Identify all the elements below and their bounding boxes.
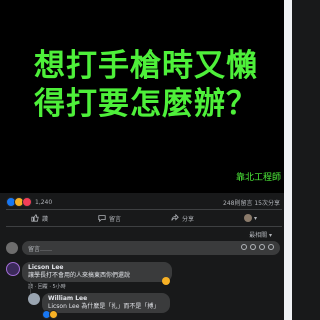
divider xyxy=(6,209,282,210)
commenter-name[interactable]: William Lee xyxy=(48,295,164,303)
comment-composer: 留言…… xyxy=(6,241,282,255)
comment-reaction-badge[interactable] xyxy=(42,310,58,319)
share-icon xyxy=(171,214,179,221)
post-actions: 讚 留言 分享 ▾ xyxy=(6,211,282,225)
comment-reply: William Lee Licson Lee 為什麼是「扎」而不是「搏」 xyxy=(28,293,208,319)
share-label: 分享 xyxy=(181,215,194,223)
avatar xyxy=(243,214,252,222)
comment-actions[interactable]: 讚 · 回覆 · 5小時 xyxy=(28,283,66,290)
comments-shares-count[interactable]: 248則留言 15次分享 xyxy=(223,198,280,207)
comment-text: Licson Lee 為什麼是「扎」而不是「搏」 xyxy=(48,303,160,310)
post-as-selector[interactable]: ▾ xyxy=(243,214,257,222)
comment-bubble: Licson Lee 讓學長打不會用的人來搞東西你們還說 xyxy=(22,262,172,282)
comment-label: 留言 xyxy=(108,215,121,223)
love-icon xyxy=(22,197,32,207)
comment: Licson Lee 讓學長打不會用的人來搞東西你們還說 讚 · 回覆 · 5小… xyxy=(6,262,206,290)
comment-button[interactable]: 留言 xyxy=(98,214,121,223)
like-label: 讚 xyxy=(41,215,48,223)
commenter-name[interactable]: Licson Lee xyxy=(28,264,166,272)
post-image[interactable]: 想打手槍時又懶 得打要怎麼辦？ 靠北工程師 xyxy=(0,0,292,193)
post-watermark: 靠北工程師 xyxy=(235,173,281,183)
sticker-icon[interactable] xyxy=(268,244,274,250)
laugh-icon xyxy=(49,310,58,319)
reaction-count: 1,240 xyxy=(35,198,53,206)
reaction-summary[interactable]: 1,240 xyxy=(6,197,52,207)
gif-icon[interactable] xyxy=(259,244,265,250)
thumbs-up-icon xyxy=(31,214,39,222)
post-headline-line1: 想打手槍時又懶 xyxy=(34,48,258,84)
comment-placeholder: 留言…… xyxy=(28,246,53,253)
comment-text: 讓學長打不會用的人來搞東西你們還說 xyxy=(28,272,131,279)
comment-icon xyxy=(98,215,106,222)
emoji-icon[interactable] xyxy=(241,244,247,250)
avatar xyxy=(6,242,18,254)
post-stats: 1,240 248則留言 15次分享 xyxy=(6,197,282,209)
page-edge xyxy=(284,0,292,320)
chevron-down-icon: ▾ xyxy=(253,214,257,222)
like-button[interactable]: 讚 xyxy=(31,214,48,223)
comment-input[interactable]: 留言…… xyxy=(22,241,280,255)
laugh-icon[interactable] xyxy=(162,277,170,285)
post-headline-line2: 得打要怎麼辦？ xyxy=(34,86,258,122)
share-button[interactable]: 分享 xyxy=(171,214,194,223)
divider xyxy=(6,226,282,227)
avatar[interactable] xyxy=(28,293,40,305)
comment-sort-dropdown[interactable]: 最相關 ▾ xyxy=(249,230,272,239)
camera-icon[interactable] xyxy=(250,244,256,250)
comment-bubble: William Lee Licson Lee 為什麼是「扎」而不是「搏」 xyxy=(42,293,170,313)
avatar[interactable] xyxy=(6,262,20,276)
